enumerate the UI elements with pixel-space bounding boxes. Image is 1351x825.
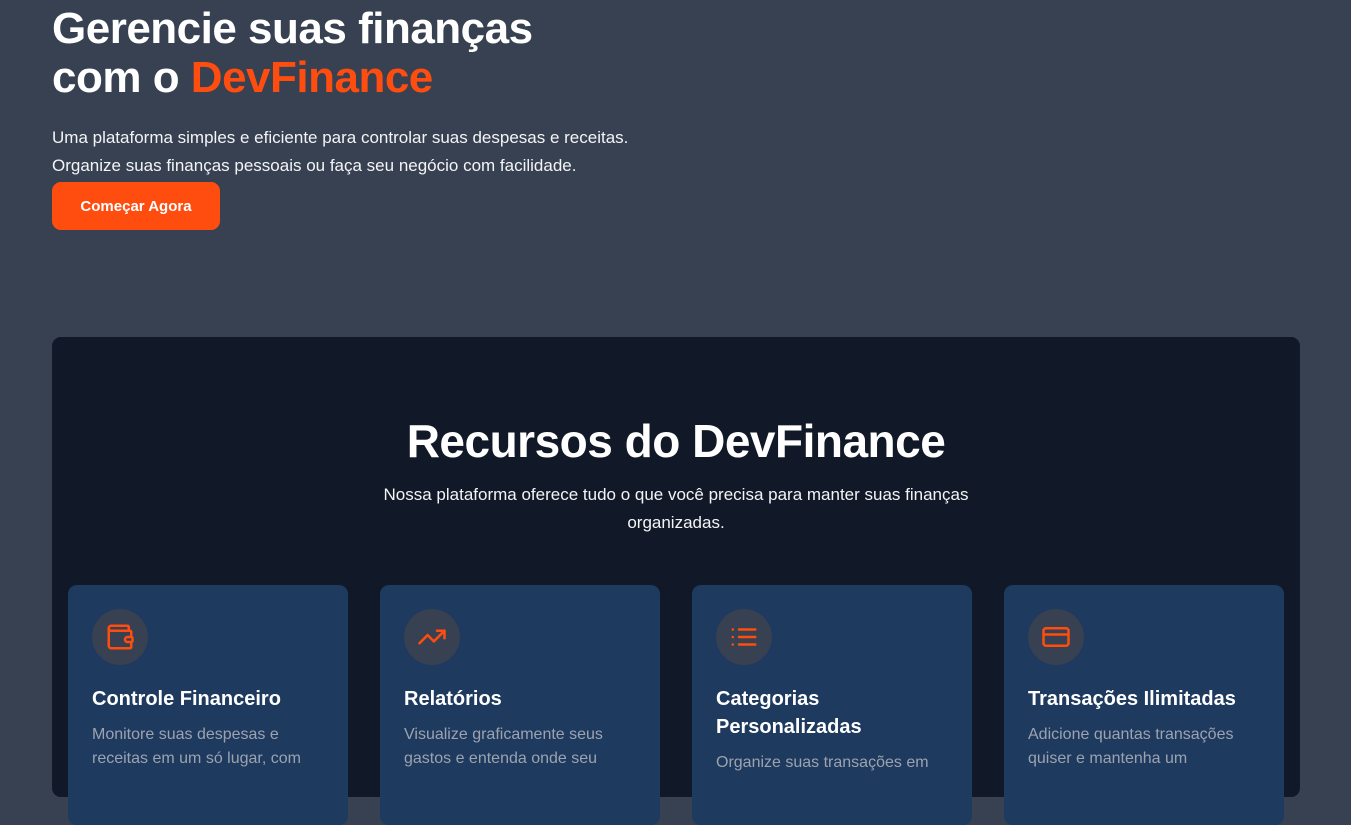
credit-card-icon [1028,609,1084,665]
feature-card-title: Relatórios [404,688,502,710]
feature-card-financial-control: Controle Financeiro Monitore suas despes… [68,585,348,825]
start-now-button[interactable]: Começar Agora [52,182,220,230]
hero-title-line1: Gerencie suas finanças [52,4,533,53]
hero-description: Uma plataforma simples e eficiente para … [52,128,629,175]
hero-title-brand: DevFinance [190,53,433,102]
trending-up-icon [404,609,460,665]
hero-section: Gerencie suas finanças com o DevFinance … [52,4,652,230]
feature-card-custom-categories: Categorias Personalizadas Organize suas … [692,585,972,825]
feature-card-title: Transações Ilimitadas [1028,688,1236,710]
features-section: Recursos do DevFinance Nossa plataforma … [52,337,1300,825]
hero-title-prefix: com o [52,53,191,102]
feature-card-description: Visualize graficamente seus gastos e ent… [404,726,603,767]
feature-card-unlimited-transactions: Transações Ilimitadas Adicione quantas t… [1004,585,1284,825]
feature-card-reports: Relatórios Visualize graficamente seus g… [380,585,660,825]
hero-title: Gerencie suas finanças com o DevFinance [52,4,652,102]
wallet-icon [92,609,148,665]
feature-card-description: Organize suas transações em [716,754,929,771]
feature-card-description: Monitore suas despesas e receitas em um … [92,726,301,767]
list-icon [716,609,772,665]
features-title: Recursos do DevFinance [406,415,946,467]
feature-card-title: Categorias Personalizadas [716,688,862,738]
feature-card-description: Adicione quantas transações quiser e man… [1028,726,1234,767]
feature-card-title: Controle Financeiro [92,688,281,710]
features-subtitle: Nossa plataforma oferece tudo o que você… [383,485,969,532]
